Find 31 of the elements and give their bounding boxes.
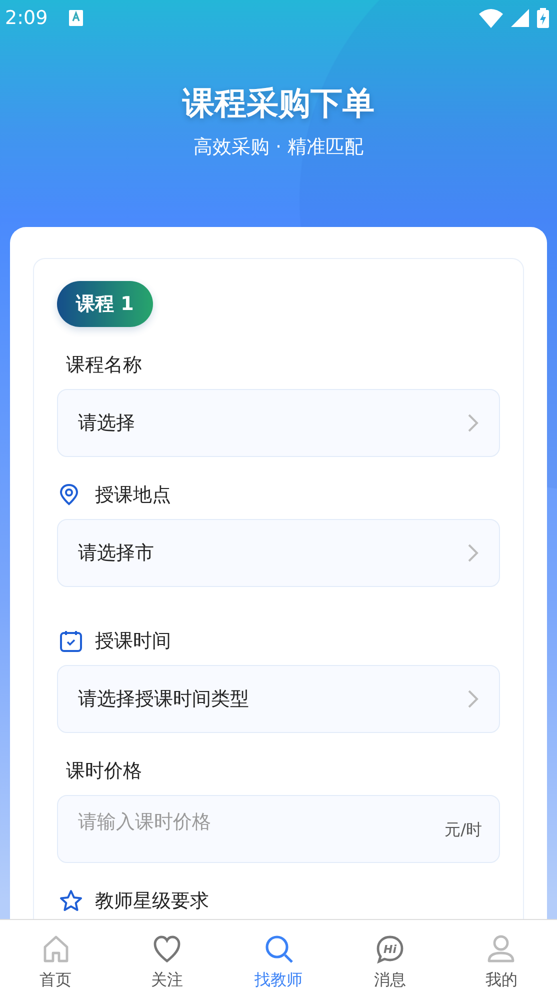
chevron-right-icon (467, 413, 479, 433)
calendar-check-icon (59, 629, 83, 653)
nav-tab[interactable]: 找教师 (222, 920, 334, 999)
heart-icon (152, 934, 182, 964)
course-badge: 课程 1 (57, 281, 153, 327)
star-icon (59, 889, 83, 913)
field-label: 授课地点 (95, 483, 171, 508)
field-label: 授课时间 (95, 629, 171, 654)
select-field[interactable]: 请选择授课时间类型 (57, 665, 500, 733)
nav-tab[interactable]: 首页 (0, 920, 112, 999)
nav-tab[interactable]: 我的 (446, 920, 557, 999)
person-icon (486, 934, 516, 964)
field-label: 课程名称 (66, 353, 142, 378)
select-field[interactable]: 请选择 (57, 389, 500, 457)
notification-icon (68, 8, 84, 26)
unit-label: 元/时 (444, 820, 482, 841)
chevron-right-icon (467, 689, 479, 709)
select-field[interactable]: 请选择市 (57, 519, 500, 587)
page-subtitle: 高效采购 · 精准匹配 (193, 135, 364, 160)
nav-tab[interactable]: 关注 (111, 920, 223, 999)
page-title: 课程采购下单 (182, 83, 374, 124)
signal-icon (511, 8, 529, 26)
chat-bubble-icon: Hi (374, 934, 405, 964)
field-label: 课时价格 (66, 759, 142, 784)
field-label: 教师星级要求 (95, 889, 209, 914)
wifi-icon (479, 8, 503, 28)
status-time: 2:09 (5, 6, 48, 28)
chevron-right-icon (467, 543, 479, 563)
search-icon (264, 934, 294, 964)
battery-icon (537, 8, 549, 28)
nav-tab[interactable]: Hi 消息 (334, 920, 446, 999)
